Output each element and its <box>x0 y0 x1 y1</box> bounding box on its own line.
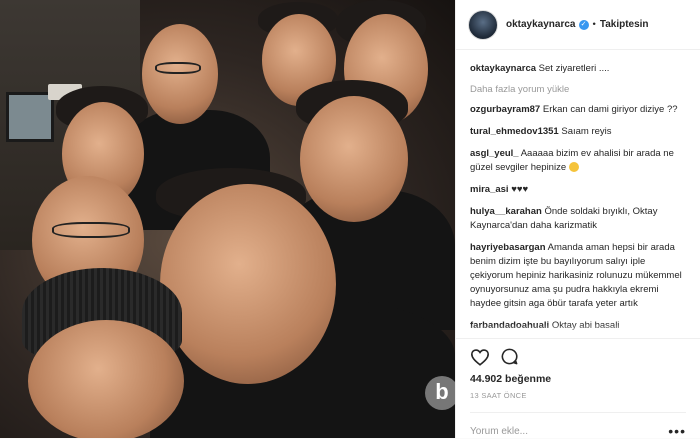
photo-wall-picture <box>6 92 54 142</box>
action-icons <box>470 347 686 369</box>
comment-username[interactable]: tural_ehmedov1351 <box>470 126 559 137</box>
post-header: oktaykaynarca ✓ • Takiptesin <box>456 0 700 50</box>
person-face <box>142 24 218 124</box>
comment-list[interactable]: oktaykaynarca Set ziyaretleri .... Daha … <box>456 50 700 338</box>
load-more-comments-link[interactable]: Daha fazla yorum yükle <box>470 84 686 95</box>
post-photo[interactable]: b <box>0 0 455 438</box>
comment-username[interactable]: mira_asi <box>470 184 509 195</box>
comment-input[interactable] <box>470 425 650 437</box>
follow-status-button[interactable]: Takiptesin <box>600 19 649 30</box>
caption-username[interactable]: oktaykaynarca <box>470 63 536 74</box>
avatar[interactable] <box>468 9 498 40</box>
more-options-icon[interactable]: ••• <box>668 423 686 439</box>
person-glasses <box>155 62 201 74</box>
person-glasses <box>52 222 130 238</box>
smile-emoji-icon <box>568 162 579 173</box>
heart-icon[interactable] <box>470 348 490 369</box>
post-timestamp: 13 SAAT ÖNCE <box>470 391 527 400</box>
post-sidebar: oktaykaynarca ✓ • Takiptesin oktaykaynar… <box>455 0 700 439</box>
comment-text: Erkan can dami giriyor diziye ?? <box>542 104 678 115</box>
header-separator: • <box>592 19 596 30</box>
person-face <box>300 96 408 222</box>
like-count[interactable]: 44.902 beğenme <box>470 373 686 385</box>
caption: oktaykaynarca Set ziyaretleri .... <box>470 62 686 76</box>
person-face <box>160 184 336 384</box>
verified-badge-icon: ✓ <box>578 19 589 30</box>
caption-text: Set ziyaretleri .... <box>538 63 610 74</box>
comment-item: hulya__karahan Önde soldaki bıyıklı, Okt… <box>470 205 686 233</box>
watermark-logo: b <box>425 376 455 410</box>
comment-username[interactable]: hayriyebasargan <box>470 242 546 253</box>
comment-username[interactable]: asgl_yeul_ <box>470 148 519 159</box>
comment-text: Saıam reyis <box>561 126 612 137</box>
comment-item: asgl_yeul_ Aaaaaa bizim ev ahalisi bir a… <box>470 147 686 175</box>
comment-item: hayriyebasargan Amanda aman hepsi bir ar… <box>470 241 686 311</box>
post-actions: 44.902 beğenme 13 SAAT ÖNCE ••• <box>456 338 700 439</box>
comment-item: tural_ehmedov1351 Saıam reyis <box>470 125 686 139</box>
comment-item: ozgurbayram87 Erkan can dami giriyor diz… <box>470 103 686 117</box>
comment-list-fade <box>456 324 700 338</box>
comment-username[interactable]: hulya__karahan <box>470 206 542 217</box>
comment-username[interactable]: ozgurbayram87 <box>470 104 540 115</box>
comment-bubble-icon[interactable] <box>500 347 519 369</box>
add-comment-bar: ••• <box>470 412 686 439</box>
comment-text: ♥♥♥ <box>511 184 529 195</box>
comment-item: mira_asi ♥♥♥ <box>470 183 686 197</box>
instagram-post-view: b oktaykaynarca ✓ • Takiptesin oktaykayn… <box>0 0 700 439</box>
person-face <box>28 320 184 438</box>
header-username[interactable]: oktaykaynarca <box>506 19 576 30</box>
